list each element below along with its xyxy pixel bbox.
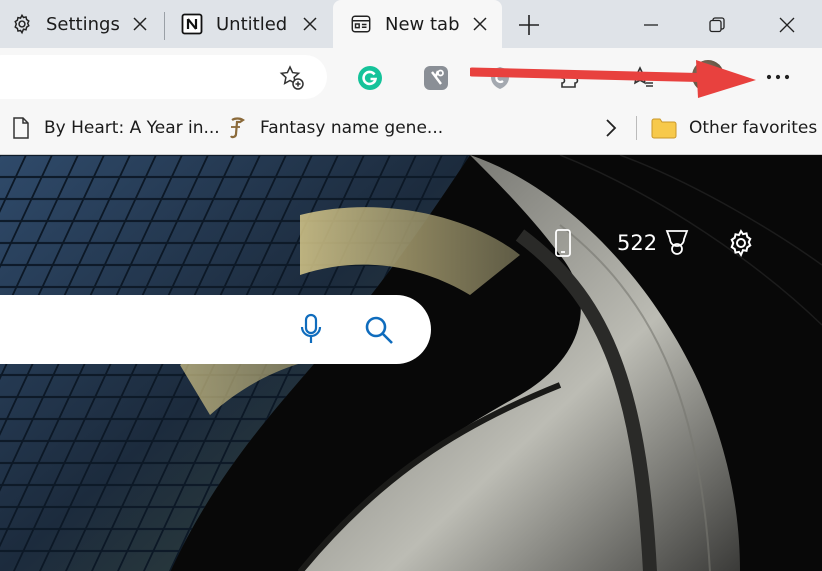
more-options-button[interactable] (760, 63, 796, 91)
close-icon[interactable] (130, 14, 150, 34)
microphone-icon[interactable] (296, 311, 326, 347)
mobile-icon[interactable] (554, 225, 578, 261)
new-tab-button[interactable] (514, 10, 544, 40)
favorite-label: Fantasy name gene... (260, 118, 444, 138)
favorites-bar: By Heart: A Year in... Fantasy name gene… (0, 106, 822, 154)
page-settings-icon[interactable] (726, 225, 760, 261)
favorite-label: Other favorites (689, 118, 818, 138)
add-favorite-icon[interactable] (278, 64, 306, 92)
chevron-right-icon[interactable] (601, 116, 621, 140)
notion-icon (180, 12, 204, 36)
tools-extension-icon[interactable] (422, 64, 450, 92)
fantasy-site-icon (226, 116, 248, 140)
restore-button[interactable] (702, 10, 732, 40)
tab-settings[interactable]: Settings (0, 0, 162, 48)
favorites-separator (636, 116, 637, 140)
new-tab-page-icon (349, 12, 373, 36)
toolbar (0, 48, 822, 106)
tab-label: Settings (46, 13, 120, 35)
close-icon[interactable] (300, 14, 320, 34)
new-tab-page: 522 (0, 154, 822, 571)
tab-separator (164, 12, 165, 40)
shield-extension-icon[interactable] (486, 64, 514, 92)
tab-new-tab[interactable]: New tab (333, 0, 502, 48)
tab-label: New tab (385, 13, 460, 35)
folder-icon (651, 116, 677, 140)
avatar[interactable] (692, 60, 724, 92)
close-icon[interactable] (470, 14, 490, 34)
grammarly-icon[interactable] (356, 64, 384, 92)
tab-label: Untitled (216, 13, 288, 35)
extensions-puzzle-icon[interactable] (556, 64, 584, 92)
favorite-label: By Heart: A Year in... (44, 118, 220, 138)
other-favorites-folder[interactable]: Other favorites (651, 106, 817, 150)
search-icon[interactable] (362, 313, 396, 347)
rewards-points[interactable]: 522 (617, 225, 657, 261)
favorite-item[interactable]: By Heart: A Year in... (10, 106, 220, 150)
trophy-icon[interactable] (664, 225, 692, 261)
minimize-button[interactable] (636, 10, 666, 40)
favorites-icon[interactable] (628, 64, 656, 92)
page-icon (10, 116, 32, 140)
favorite-item[interactable]: Fantasy name gene... (226, 106, 443, 150)
gear-icon (10, 12, 34, 36)
tab-strip: Settings Untitled New tab (0, 0, 822, 48)
close-window-button[interactable] (772, 10, 802, 40)
tab-untitled[interactable]: Untitled (166, 0, 332, 48)
